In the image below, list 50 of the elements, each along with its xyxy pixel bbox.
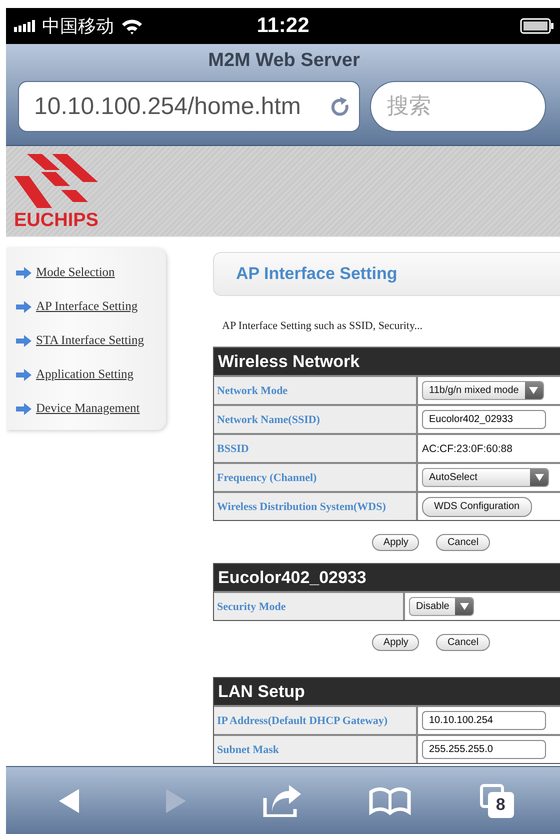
nav-link[interactable]: AP Interface Setting xyxy=(36,299,138,314)
signal-icon xyxy=(14,20,36,32)
caret-icon[interactable] xyxy=(529,387,538,394)
section-heading: AP Interface Setting xyxy=(236,264,398,284)
clock-time: 11:22 xyxy=(256,14,310,38)
caret-icon[interactable] xyxy=(534,474,544,481)
dropdown[interactable]: Disable xyxy=(409,597,474,616)
cancel-button[interactable]: Cancel xyxy=(436,534,490,551)
dropdown[interactable]: AutoSelect xyxy=(422,468,549,487)
reload-icon[interactable] xyxy=(329,96,351,118)
caret-icon[interactable] xyxy=(460,603,469,610)
logo-text: EUCHIPS xyxy=(14,211,98,231)
field-label: Subnet Mask xyxy=(217,744,280,756)
field-label: Network Name(SSID) xyxy=(217,414,320,426)
dropdown[interactable]: 11b/g/n mixed mode xyxy=(422,381,544,400)
apply-button[interactable]: Apply xyxy=(372,634,420,651)
description-text: AP Interface Setting such as SSID, Security... xyxy=(222,320,424,332)
arrow-icon xyxy=(16,334,32,346)
field-label: BSSID xyxy=(217,442,249,454)
battery-icon xyxy=(520,18,554,34)
arrow-icon xyxy=(16,368,32,380)
field-label: Frequency (Channel) xyxy=(217,472,317,484)
arrow-icon xyxy=(16,266,32,278)
text-field[interactable]: Eucolor402_02933 xyxy=(422,410,546,429)
config-button[interactable]: WDS Configuration xyxy=(422,496,532,516)
nav-link[interactable]: Application Setting xyxy=(36,367,134,382)
arrow-icon xyxy=(16,402,32,414)
field-label: Security Mode xyxy=(217,600,286,612)
arrow-icon xyxy=(16,300,32,312)
book-icon[interactable] xyxy=(368,786,411,816)
table-heading: Wireless Network xyxy=(214,348,560,375)
text-field[interactable]: 10.10.100.254 xyxy=(422,711,546,730)
carrier-name: 中国移动 xyxy=(42,15,114,38)
apply-button[interactable]: Apply xyxy=(372,534,420,551)
share-icon[interactable] xyxy=(262,784,303,816)
wifi-icon xyxy=(120,17,144,35)
bssid-value: AC:CF:23:0F:60:88 xyxy=(422,442,512,454)
field-label: Wireless Distribution System(WDS) xyxy=(217,500,386,512)
cancel-button[interactable]: Cancel xyxy=(436,634,490,651)
field-label: Network Mode xyxy=(217,384,288,396)
nav-link[interactable]: Mode Selection xyxy=(36,265,115,280)
field-label: IP Address(Default DHCP Gateway) xyxy=(217,714,388,726)
table-heading: LAN Setup xyxy=(214,678,560,705)
nav-link[interactable]: Device Management xyxy=(36,401,140,416)
search-field[interactable]: 搜索 xyxy=(370,81,546,132)
nav-link[interactable]: STA Interface Setting xyxy=(36,333,144,348)
page-title: M2M Web Server xyxy=(208,49,360,73)
text-field[interactable]: 255.255.255.0 xyxy=(422,740,546,759)
address-field[interactable]: 10.10.100.254/home.htm xyxy=(18,81,360,132)
table-heading: Eucolor402_02933 xyxy=(214,564,560,591)
